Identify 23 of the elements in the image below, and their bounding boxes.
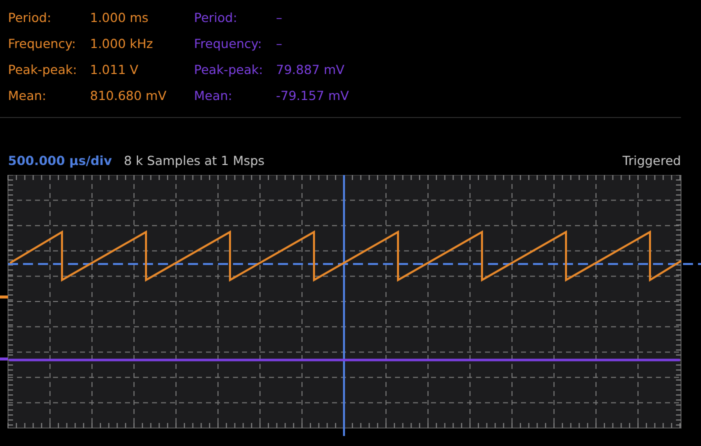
- measurement-value: -79.157 mV: [276, 87, 350, 105]
- timebase-label: 500.000 µs/div: [8, 152, 112, 168]
- channel-marker[interactable]: [0, 358, 8, 360]
- trigger-status: Triggered: [622, 152, 681, 168]
- measurement-value: 1.000 ms: [90, 9, 150, 27]
- measurement-value: –: [276, 9, 284, 27]
- measurement-value: 1.000 kHz: [90, 35, 154, 53]
- measurement-label: Mean:: [194, 87, 234, 105]
- sample-info: 8 k Samples at 1 Msps: [124, 152, 265, 168]
- measurement-label: Period:: [194, 9, 238, 27]
- trigger-level-line[interactable]: [8, 263, 701, 265]
- measurement-value: 810.680 mV: [90, 87, 168, 105]
- cursor-line[interactable]: [343, 175, 345, 436]
- measurement-label: Peak-peak:: [8, 61, 78, 79]
- measurement-value: –: [276, 35, 284, 53]
- measurement-label: Frequency:: [194, 35, 263, 53]
- measurement-value: 79.887 mV: [276, 61, 346, 79]
- measurement-label: Period:: [8, 9, 52, 27]
- measurement-label: Mean:: [8, 87, 48, 105]
- channel-marker[interactable]: [0, 296, 8, 298]
- measurement-label: Frequency:: [8, 35, 77, 53]
- measurement-value: 1.011 V: [90, 61, 140, 79]
- measurement-label: Peak-peak:: [194, 61, 264, 79]
